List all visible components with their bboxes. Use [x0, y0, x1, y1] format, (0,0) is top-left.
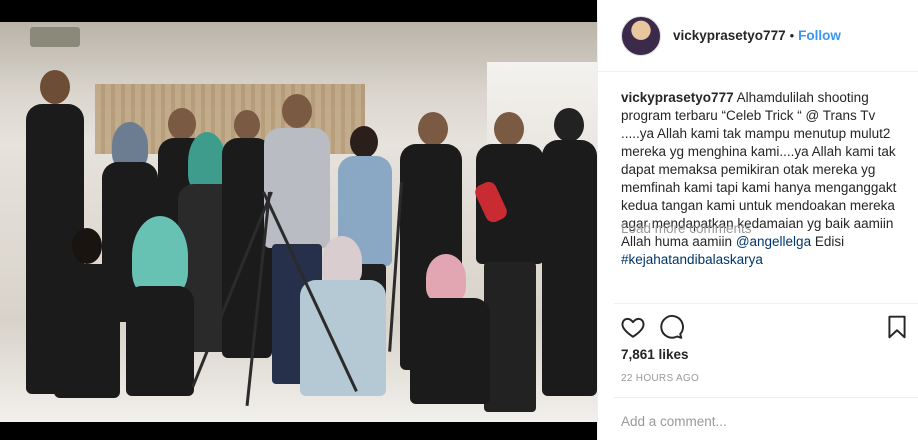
- likes-count[interactable]: 7,861 likes: [621, 347, 689, 362]
- action-bar: [614, 303, 918, 347]
- follow-separator: •: [789, 28, 795, 43]
- comment-bubble-icon[interactable]: [658, 314, 684, 340]
- load-more-comments[interactable]: Load more comments: [621, 221, 752, 236]
- instagram-post: vickyprasetyo777 • Follow vickyprasetyo7…: [0, 0, 918, 440]
- heart-icon[interactable]: [620, 314, 646, 340]
- photo-person: [120, 216, 200, 396]
- photo-person: [410, 254, 490, 404]
- comment-box: [614, 397, 918, 440]
- bookmark-icon[interactable]: [884, 314, 910, 340]
- comment-input[interactable]: [621, 414, 901, 429]
- photo-plant-shelf: [30, 27, 80, 47]
- caption-username[interactable]: vickyprasetyo777: [621, 90, 734, 105]
- caption-mention[interactable]: @angellelga: [736, 234, 811, 249]
- caption: vickyprasetyo777 Alhamdulilah shooting p…: [621, 89, 902, 269]
- post-photo[interactable]: [0, 22, 597, 422]
- photo-person: [542, 108, 597, 398]
- caption-hashtag[interactable]: #kejahatandibalaskarya: [621, 252, 763, 267]
- post-header: vickyprasetyo777 • Follow: [598, 0, 918, 72]
- photo-person: [52, 228, 122, 398]
- avatar[interactable]: [621, 15, 661, 56]
- header-username[interactable]: vickyprasetyo777: [673, 28, 786, 43]
- post-timestamp[interactable]: 22 HOURS AGO: [621, 373, 699, 384]
- caption-area: vickyprasetyo777 Alhamdulilah shooting p…: [598, 72, 918, 304]
- post-side-panel: vickyprasetyo777 • Follow vickyprasetyo7…: [597, 0, 918, 440]
- photo-person: [298, 236, 388, 396]
- caption-text-edition: Edisi: [811, 234, 845, 249]
- follow-button[interactable]: Follow: [798, 28, 841, 43]
